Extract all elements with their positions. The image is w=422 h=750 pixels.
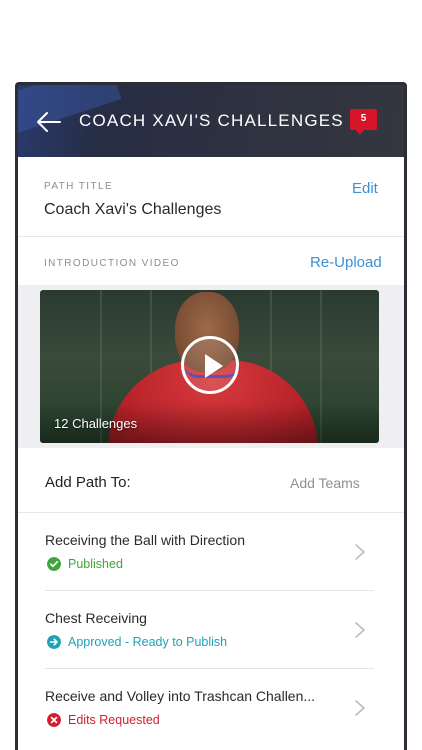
path-title-label: PATH TITLE <box>44 181 114 192</box>
challenge-row[interactable]: Chest Receiving Approved - Ready to Publ… <box>18 591 404 669</box>
add-path-label: Add Path To: <box>45 474 131 491</box>
status-text: Approved - Ready to Publish <box>68 635 228 649</box>
chevron-right-icon <box>355 622 365 638</box>
path-title-value: Coach Xavi's Challenges <box>44 201 222 218</box>
challenge-name: Receiving the Ball with Direction <box>45 532 245 548</box>
edit-button[interactable]: Edit <box>352 180 378 197</box>
chevron-right-icon <box>355 544 365 560</box>
status-text: Published <box>68 557 123 571</box>
challenge-row[interactable]: Receive and Volley into Trashcan Challen… <box>18 669 404 747</box>
header-bar: COACH XAVI'S CHALLENGES 5 <box>18 85 404 157</box>
x-circle-icon <box>47 713 61 727</box>
video-section: 12 Challenges <box>18 285 404 448</box>
status-text: Edits Requested <box>68 713 160 727</box>
device-frame: COACH XAVI'S CHALLENGES 5 PATH TITLE Edi… <box>15 82 407 750</box>
play-icon[interactable] <box>181 336 239 394</box>
add-teams-button[interactable]: Add Teams <box>290 475 360 491</box>
intro-video-player[interactable]: 12 Challenges <box>40 290 379 443</box>
chat-bubble-tail <box>355 129 365 135</box>
challenge-count: 12 Challenges <box>54 416 138 431</box>
chevron-right-icon <box>355 700 365 716</box>
arrow-circle-icon <box>47 635 61 649</box>
challenge-row[interactable]: Receiving the Ball with Direction Publis… <box>18 513 404 591</box>
reupload-button[interactable]: Re-Upload <box>310 254 382 271</box>
challenge-name: Chest Receiving <box>45 610 147 626</box>
divider <box>18 236 404 237</box>
notification-badge[interactable]: 5 <box>350 109 377 137</box>
app-screen: COACH XAVI'S CHALLENGES 5 PATH TITLE Edi… <box>18 85 404 750</box>
play-triangle <box>205 354 223 378</box>
check-circle-icon <box>47 557 61 571</box>
intro-video-label: INTRODUCTION VIDEO <box>44 258 180 269</box>
challenge-name: Receive and Volley into Trashcan Challen… <box>45 688 316 704</box>
page-title: COACH XAVI'S CHALLENGES <box>79 111 344 130</box>
notification-count: 5 <box>360 113 367 124</box>
back-arrow-icon[interactable] <box>36 111 62 133</box>
